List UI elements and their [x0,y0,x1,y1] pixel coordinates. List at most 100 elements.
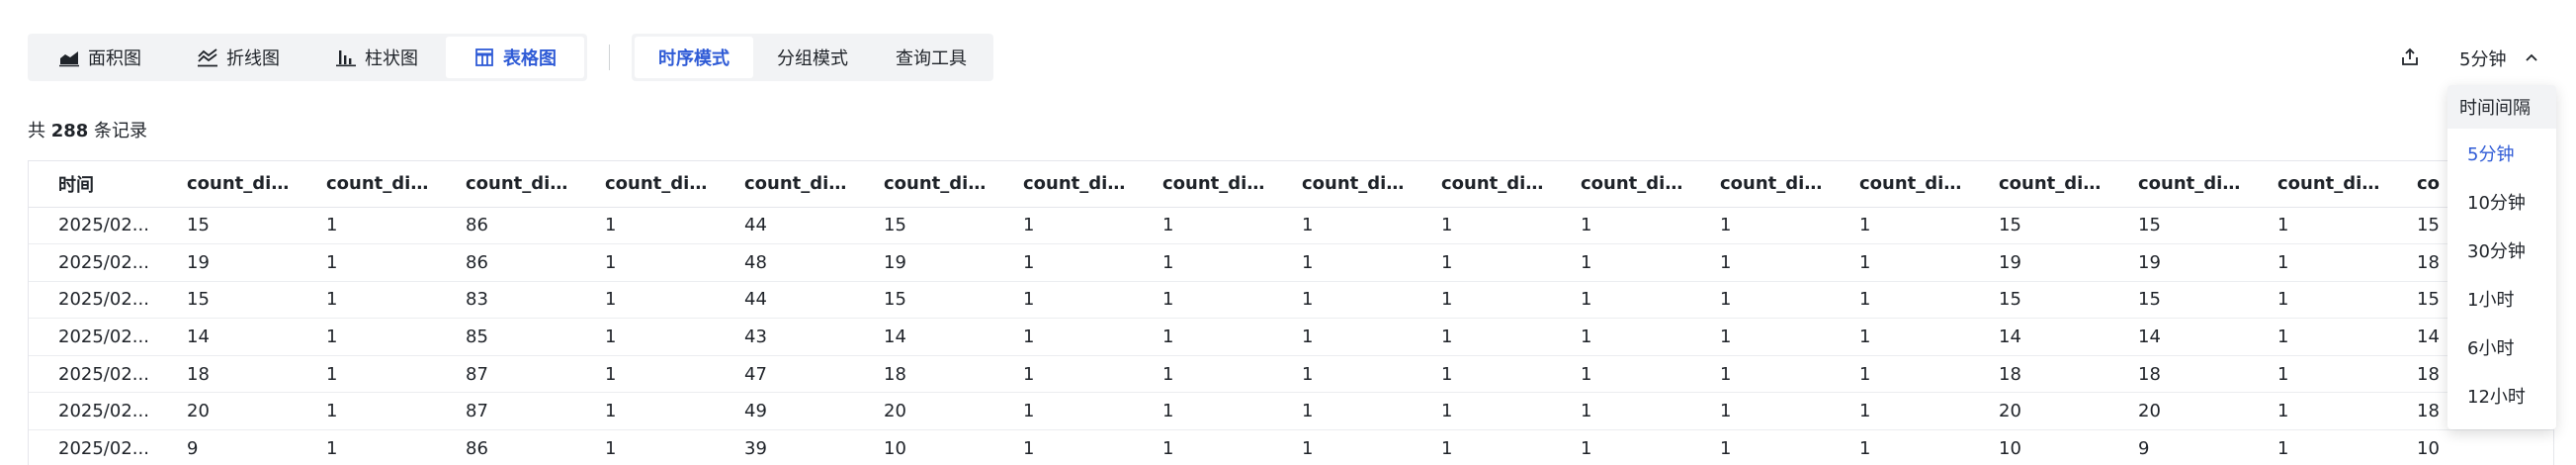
chart-type-line-chart[interactable]: 折线图 [169,37,307,78]
table-header-row: 时间 count_dis... count_dis... count_dis... co… [29,161,2553,208]
column-header[interactable]: count_dis... [2108,161,2248,208]
table-cell: 1 [1690,355,1830,394]
table-cell: 1 [1690,243,1830,282]
table-cell: 20 [1969,392,2108,431]
table-cell: 1 [1690,429,1830,465]
chevron-up-icon [2524,50,2539,66]
table-cell: 1 [993,318,1133,356]
table-cell: 1 [1272,392,1412,431]
table-cell: 1 [1551,392,1690,431]
interval-option[interactable]: 12小时 [2447,371,2556,419]
table-cell: 1 [1551,281,1690,320]
column-header[interactable]: count_dis... [1690,161,1830,208]
record-count: 共 288 条记录 [28,117,147,142]
interval-option[interactable]: 6小时 [2447,323,2556,371]
table-cell: 1 [1412,355,1551,394]
record-count-suffix: 条记录 [88,121,148,141]
column-header[interactable]: count_dis... [436,161,575,208]
table-cell: 1 [993,243,1133,282]
chart-type-table[interactable]: 表格图 [446,37,584,78]
column-header[interactable]: count_dis... [157,161,297,208]
table-cell: 14 [157,318,297,356]
toolbar-divider [609,45,610,70]
mode-tab-1[interactable]: 分组模式 [753,37,872,78]
table-cell: 1 [1830,429,1969,465]
column-header[interactable]: count_dis... [993,161,1133,208]
table-cell: 1 [1412,429,1551,465]
interval-option[interactable]: 10分钟 [2447,177,2556,226]
column-header[interactable]: count_dis... [1969,161,2108,208]
column-header[interactable]: 时间 [29,161,157,208]
table-cell: 2025/02... [29,318,157,356]
export-button[interactable] [2390,38,2430,77]
table-cell: 1 [1133,207,1272,245]
table-row: 2025/02... 18 1 87 1 47 18 1 1 1 1 1 1 1 18 18 1 18 [29,355,2553,394]
table-cell: 1 [2248,355,2387,394]
table-cell: 86 [436,429,575,465]
chart-type-label: 折线图 [226,48,280,69]
table-cell: 15 [1969,281,2108,320]
table-row: 2025/02... 15 1 86 1 44 15 1 1 1 1 1 1 1 15 15 1 15 [29,207,2553,245]
mode-tab-2[interactable]: 查询工具 [872,37,990,78]
table-cell: 49 [715,392,854,431]
column-header[interactable]: count_dis... [2248,161,2387,208]
table-cell: 1 [1412,243,1551,282]
table-cell: 1 [1272,429,1412,465]
table-cell: 1 [1830,392,1969,431]
table-icon [473,46,495,68]
table-cell: 1 [993,355,1133,394]
table-cell: 1 [1551,207,1690,245]
table-cell: 18 [1969,355,2108,394]
table-cell: 1 [1830,355,1969,394]
table-cell: 1 [575,429,715,465]
table-cell: 1 [1272,281,1412,320]
interval-option[interactable]: 30分钟 [2447,226,2556,274]
interval-option[interactable]: 1小时 [2447,274,2556,323]
column-header[interactable]: count_dis... [1551,161,1690,208]
table-cell: 1 [1830,207,1969,245]
table-cell: 15 [854,207,993,245]
column-header[interactable]: count_dis... [297,161,436,208]
interval-option[interactable]: 5分钟 [2447,129,2556,177]
table-cell: 1 [575,392,715,431]
column-header[interactable]: count_dis... [1412,161,1551,208]
table-cell: 1 [993,207,1133,245]
table-cell: 20 [157,392,297,431]
column-header[interactable]: count_dis... [1830,161,1969,208]
table-cell: 1 [1412,318,1551,356]
column-header[interactable]: count_dis... [1272,161,1412,208]
table-cell: 15 [157,207,297,245]
column-header[interactable]: count_dis... [715,161,854,208]
chart-type-bar-chart[interactable]: 柱状图 [307,37,446,78]
record-count-number: 288 [50,121,89,141]
table-cell: 1 [1133,281,1272,320]
data-table: 时间 count_dis... count_dis... count_dis... co… [28,160,2554,465]
table-cell: 1 [1272,207,1412,245]
table-cell: 10 [854,429,993,465]
table-cell: 2025/02... [29,355,157,394]
table-cell: 18 [854,355,993,394]
table-row: 2025/02... 15 1 83 1 44 15 1 1 1 1 1 1 1 15 15 1 15 [29,281,2553,320]
interval-select[interactable]: 5分钟 [2459,46,2568,71]
column-header[interactable]: count_dis... [854,161,993,208]
table-cell: 1 [1551,243,1690,282]
table-cell: 1 [297,392,436,431]
mode-switch: 时序模式 分组模式 查询工具 [632,34,993,81]
table-cell: 15 [854,281,993,320]
table-cell: 14 [854,318,993,356]
table-cell: 44 [715,207,854,245]
table-cell: 1 [297,207,436,245]
table-cell: 1 [2248,281,2387,320]
chart-type-label: 表格图 [503,48,557,69]
mode-tab-0[interactable]: 时序模式 [635,37,753,78]
table-cell: 9 [157,429,297,465]
table-cell: 1 [1690,207,1830,245]
table-cell: 1 [1133,355,1272,394]
table-cell: 14 [1969,318,2108,356]
table-cell: 1 [1412,392,1551,431]
chart-type-area-chart[interactable]: 面积图 [31,37,169,78]
table-cell: 1 [1551,429,1690,465]
column-header[interactable]: count_dis... [575,161,715,208]
table-cell: 1 [575,281,715,320]
column-header[interactable]: count_dis... [1133,161,1272,208]
